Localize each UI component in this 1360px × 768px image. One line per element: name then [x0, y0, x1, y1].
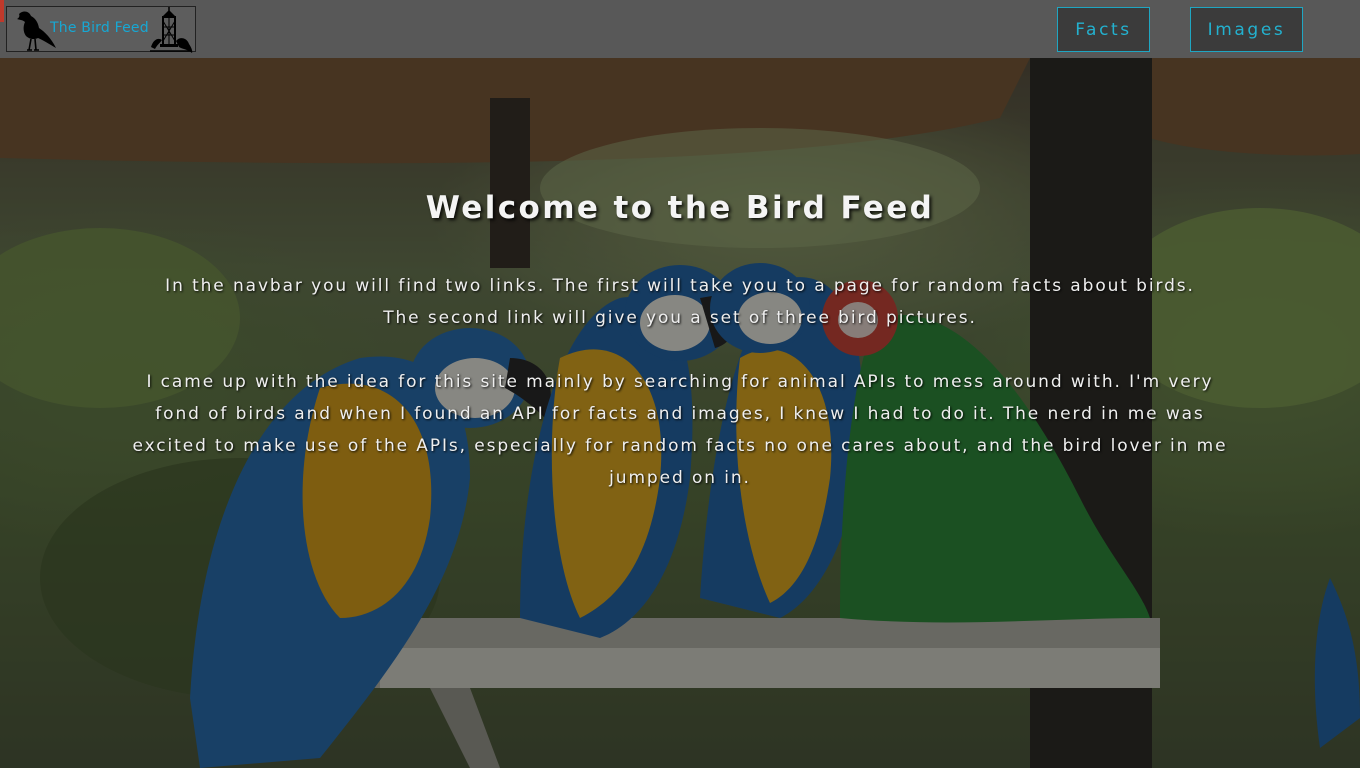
nav-link-images[interactable]: Images	[1190, 7, 1303, 52]
navbar: The Bird Feed Facts Images	[0, 0, 1360, 58]
brand-logo[interactable]: The Bird Feed	[6, 6, 196, 53]
intro-paragraph-images: The second link will give you a set of t…	[383, 308, 977, 328]
navbar-accent	[0, 0, 4, 22]
bird-feeder-icon	[150, 7, 193, 53]
nav-link-facts[interactable]: Facts	[1057, 7, 1150, 52]
hero-content: Welcome to the Bird Feed In the navbar y…	[120, 190, 1240, 494]
page-title: Welcome to the Bird Feed	[425, 190, 935, 226]
intro-paragraph-links: In the navbar you will find two links. T…	[165, 276, 1195, 296]
brand-text: The Bird Feed	[50, 20, 149, 36]
about-paragraph: I came up with the idea for this site ma…	[132, 372, 1228, 488]
